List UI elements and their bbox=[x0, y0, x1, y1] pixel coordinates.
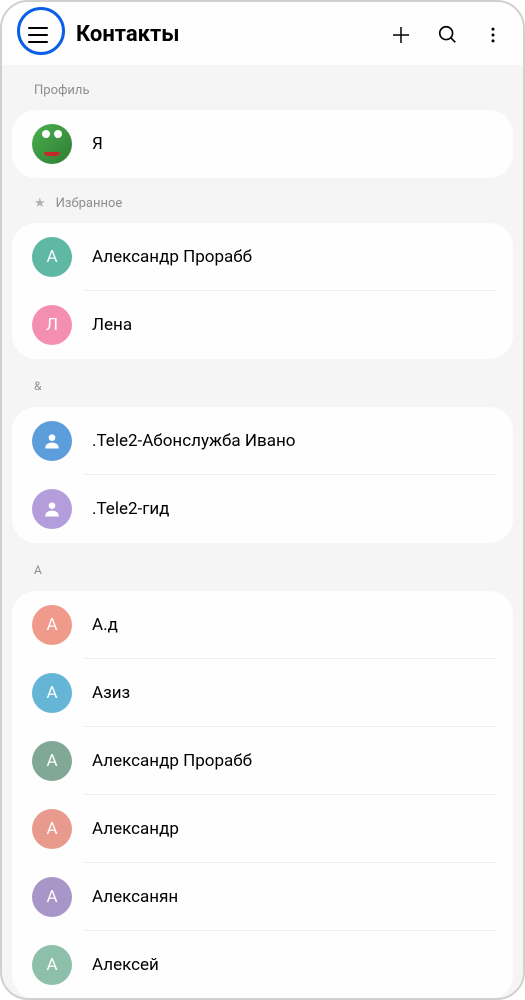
favorites-label-text: Избранное bbox=[56, 196, 123, 211]
list-item[interactable]: .Tele2-Абонслужба Ивано bbox=[12, 407, 513, 475]
amp-section-label: & bbox=[2, 359, 523, 407]
star-icon: ★ bbox=[34, 196, 46, 211]
amp-card: .Tele2-Абонслужба Ивано .Tele2-гид bbox=[12, 407, 513, 543]
list-item[interactable]: А А.д bbox=[12, 591, 513, 659]
contact-avatar: А bbox=[32, 673, 72, 713]
contact-avatar: А bbox=[32, 741, 72, 781]
contact-name: Александр bbox=[92, 819, 179, 839]
person-icon bbox=[42, 431, 62, 451]
app-header: Контакты bbox=[2, 2, 523, 65]
search-icon[interactable] bbox=[437, 24, 459, 46]
list-item[interactable]: А Александр bbox=[12, 795, 513, 863]
device-frame: Контакты Профиль Я ★ Избранное А Алексан… bbox=[0, 0, 525, 1000]
list-item[interactable]: А Алексей bbox=[12, 931, 513, 999]
contact-name: А.д bbox=[92, 615, 118, 635]
contact-avatar: Л bbox=[32, 305, 72, 345]
contact-avatar: А bbox=[32, 877, 72, 917]
contact-avatar bbox=[32, 421, 72, 461]
profile-avatar bbox=[32, 124, 72, 164]
contact-avatar: А bbox=[32, 809, 72, 849]
contact-name: .Tele2-гид bbox=[92, 499, 169, 519]
contact-avatar: А bbox=[32, 945, 72, 985]
contact-name: Алексей bbox=[92, 955, 159, 975]
contact-name: .Tele2-Абонслужба Ивано bbox=[92, 431, 295, 451]
profile-row[interactable]: Я bbox=[12, 110, 513, 178]
a-card: А А.д А Азиз А Александр Прорабб А Алекс… bbox=[12, 591, 513, 999]
list-item[interactable]: А Александр Прорабб bbox=[12, 223, 513, 291]
profile-label-text: Профиль bbox=[34, 83, 90, 98]
favorites-section-label: ★ Избранное bbox=[2, 178, 523, 223]
list-item[interactable]: .Tele2-гид bbox=[12, 475, 513, 543]
list-item[interactable]: Л Лена bbox=[12, 291, 513, 359]
person-icon bbox=[42, 499, 62, 519]
list-item[interactable]: А Азиз bbox=[12, 659, 513, 727]
list-item[interactable]: А Алексанян bbox=[12, 863, 513, 931]
favorites-card: А Александр Прорабб Л Лена bbox=[12, 223, 513, 359]
contact-name: Алексанян bbox=[92, 887, 178, 907]
contact-name: Азиз bbox=[92, 683, 130, 703]
header-actions bbox=[389, 23, 503, 47]
contact-avatar: А bbox=[32, 237, 72, 277]
menu-icon[interactable] bbox=[28, 23, 52, 47]
a-section-label: А bbox=[2, 543, 523, 591]
list-item[interactable]: А Александр Прорабб bbox=[12, 727, 513, 795]
contact-avatar: А bbox=[32, 605, 72, 645]
contact-name: Александр Прорабб bbox=[92, 751, 252, 771]
contact-name: Александр Прорабб bbox=[92, 247, 252, 267]
contact-avatar bbox=[32, 489, 72, 529]
add-icon[interactable] bbox=[389, 23, 413, 47]
more-icon[interactable] bbox=[483, 25, 503, 45]
profile-name: Я bbox=[92, 134, 103, 154]
contact-name: Лена bbox=[92, 315, 132, 335]
page-title: Контакты bbox=[76, 22, 389, 47]
profile-card: Я bbox=[12, 110, 513, 178]
profile-section-label: Профиль bbox=[2, 65, 523, 110]
